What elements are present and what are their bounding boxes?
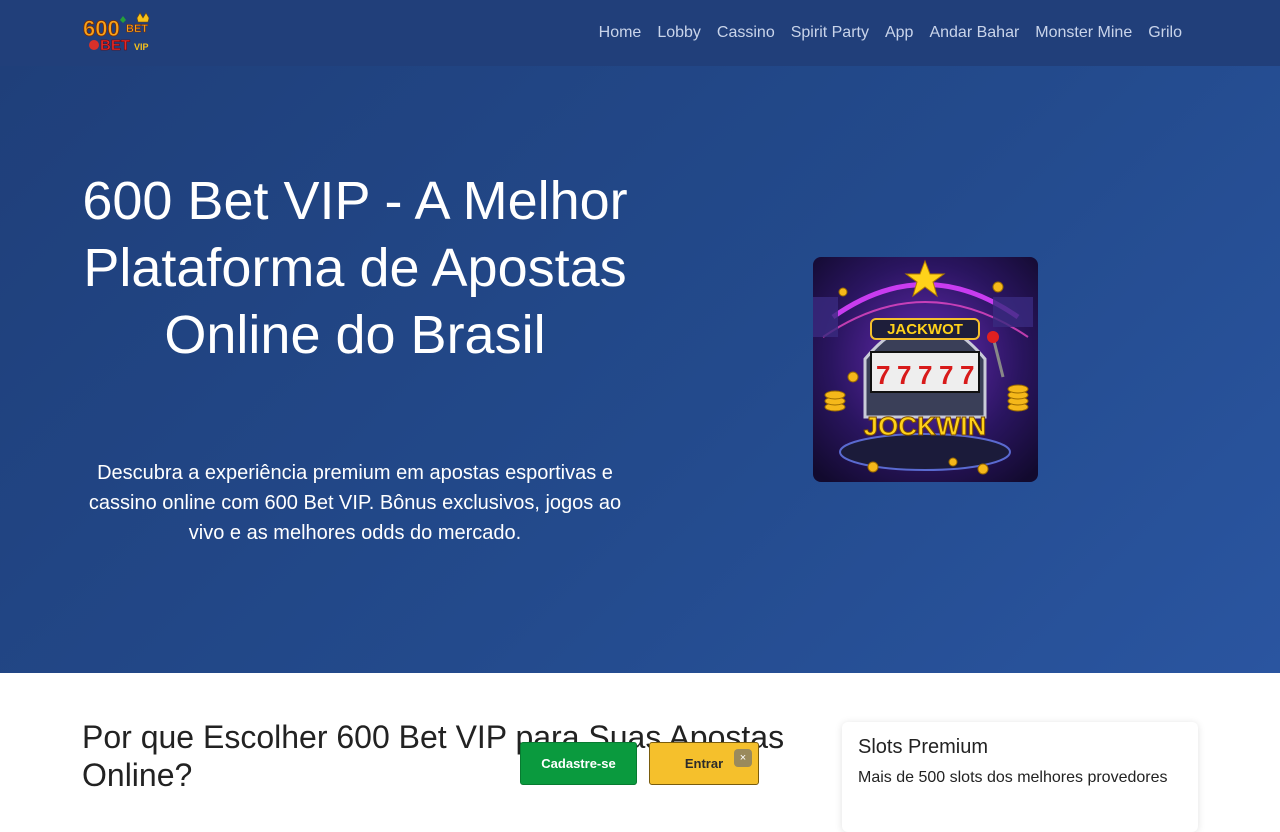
svg-text:7: 7 — [960, 360, 974, 390]
nav-grilo[interactable]: Grilo — [1140, 24, 1190, 42]
slot-sign-top: JACKWOT — [887, 321, 963, 338]
nav-app[interactable]: App — [877, 24, 921, 42]
svg-text:VIP: VIP — [134, 42, 149, 52]
card-text: Mais de 500 slots dos melhores provedore… — [858, 769, 1168, 786]
nav-monster-mine[interactable]: Monster Mine — [1027, 24, 1140, 42]
signup-button[interactable]: Cadastre-se — [520, 742, 637, 785]
nav-menu: Home Lobby Cassino Spirit Party App Anda… — [591, 0, 1190, 66]
slot-sign-bottom: JOCKWIN — [864, 411, 987, 441]
card-title: Slots Premium — [858, 736, 989, 758]
nav-andar-bahar[interactable]: Andar Bahar — [921, 24, 1027, 42]
top-navbar: 600 BET BET VIP Home Lobby Cassino Spiri… — [0, 0, 1280, 66]
svg-text:7: 7 — [918, 360, 932, 390]
site-logo[interactable]: 600 BET BET VIP — [82, 12, 154, 54]
hero-section: 600 Bet VIP - A Melhor Plataforma de Apo… — [0, 66, 1280, 673]
nav-spirit-party[interactable]: Spirit Party — [783, 24, 877, 42]
nav-lobby[interactable]: Lobby — [649, 24, 709, 42]
hero-title: 600 Bet VIP - A Melhor Plataforma de Apo… — [82, 171, 628, 365]
svg-text:BET: BET — [100, 37, 130, 54]
svg-text:7: 7 — [939, 360, 953, 390]
feature-card-slots: Slots Premium Mais de 500 slots dos melh… — [842, 722, 1198, 832]
hero-description: Descubra a experiência premium em aposta… — [88, 462, 622, 544]
logo-icon: 600 BET BET VIP — [83, 12, 150, 54]
nav-cassino[interactable]: Cassino — [709, 24, 783, 42]
svg-text:BET: BET — [126, 23, 148, 35]
nav-home[interactable]: Home — [591, 24, 650, 42]
svg-text:7: 7 — [876, 360, 890, 390]
slot-machine-image: JACKWOT 77777 JOCKWIN — [813, 257, 1038, 482]
svg-text:7: 7 — [897, 360, 911, 390]
close-icon[interactable]: × — [734, 749, 752, 767]
